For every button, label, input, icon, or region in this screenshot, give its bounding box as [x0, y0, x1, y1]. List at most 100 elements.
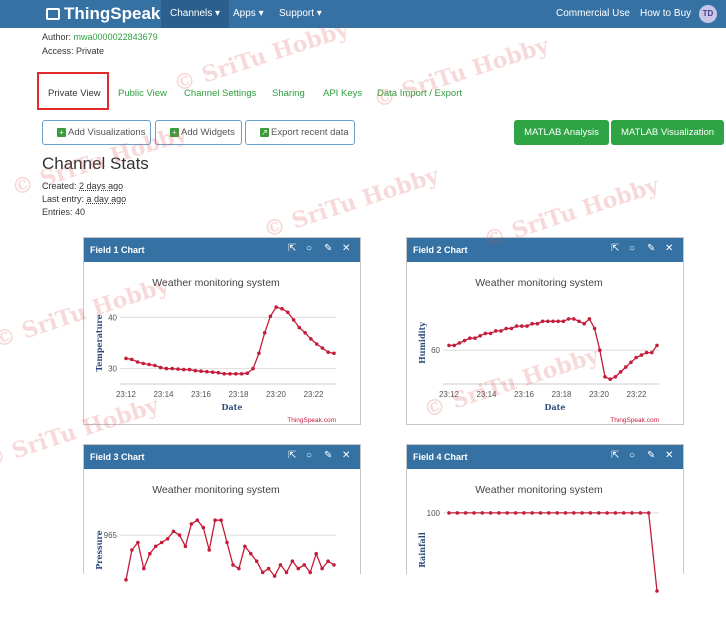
data-point [177, 533, 182, 537]
matlab-visualization-button[interactable]: MATLAB Visualization [611, 120, 724, 145]
chart-plot: Weather monitoring system 60 Humidity 23:12… [407, 262, 683, 424]
thingspeak-logo[interactable]: ThingSpeak™ [46, 4, 168, 24]
data-point [621, 511, 626, 515]
close-icon[interactable]: ✕ [665, 243, 673, 254]
nav-how-to-buy[interactable]: How to Buy [640, 8, 691, 19]
data-point [193, 368, 198, 373]
tab-sharing[interactable]: Sharing [272, 88, 305, 99]
data-point [630, 511, 634, 515]
pencil-icon[interactable]: ✎ [324, 243, 332, 254]
data-point [613, 375, 618, 379]
data-point [480, 511, 485, 515]
data-point [644, 350, 649, 355]
nav-support[interactable]: Support ▾ [279, 8, 322, 19]
data-point [320, 566, 324, 571]
comment-icon[interactable]: ○ [306, 243, 312, 254]
data-point [302, 563, 307, 567]
add-visualizations-button[interactable]: + Add Visualizations [42, 120, 151, 145]
data-point [505, 511, 509, 515]
watermark: © SriTu Hobby [260, 162, 443, 244]
chart-title: Weather monitoring system [475, 484, 603, 496]
data-point [297, 325, 302, 330]
chart-header-title: Field 2 Chart [413, 245, 468, 255]
data-point [249, 551, 253, 556]
data-point [530, 321, 534, 326]
x-tick-label: 23:14 [153, 390, 174, 399]
field-2-chart-card: Field 2 Chart ⇱ ○ ✎ ✕ Weather monitoring sy… [406, 237, 684, 425]
data-point [251, 366, 255, 371]
comment-icon[interactable]: ○ [306, 450, 312, 461]
plus-icon: + [57, 128, 66, 137]
data-point [239, 372, 244, 376]
x-axis-label: Date [545, 402, 566, 412]
data-point [608, 377, 612, 381]
author-link[interactable]: mwa0000022843679 [74, 32, 158, 42]
external-link-icon[interactable]: ⇱ [288, 450, 296, 461]
data-point [497, 511, 501, 515]
stat-last-entry: Last entry: a day ago [42, 194, 126, 204]
data-point [228, 372, 232, 376]
nav-commercial-use[interactable]: Commercial Use [556, 8, 630, 19]
user-avatar[interactable]: TD [699, 5, 717, 23]
data-point [646, 511, 651, 515]
tab-data-import-export[interactable]: Data Import / Export [377, 88, 462, 99]
data-point [566, 317, 571, 321]
created-value: 2 days ago [79, 181, 124, 191]
data-point [650, 350, 654, 355]
comment-icon[interactable]: ○ [629, 243, 635, 254]
pencil-icon[interactable]: ✎ [647, 450, 655, 461]
data-point [540, 319, 545, 324]
data-point [124, 578, 128, 582]
data-point [514, 324, 519, 328]
logo-text: ThingSpeak [64, 4, 161, 23]
nav-channels[interactable]: Channels ▾ [161, 0, 230, 28]
data-point [176, 367, 180, 371]
channel-author: Author: mwa0000022843679 [42, 32, 158, 42]
tab-channel-settings[interactable]: Channel Settings [184, 88, 256, 99]
data-point [639, 353, 644, 357]
data-point [303, 331, 307, 335]
close-icon[interactable]: ✕ [665, 450, 673, 461]
x-tick-label: 23:16 [191, 390, 212, 399]
export-recent-data-button[interactable]: ↗ Export recent data [245, 120, 355, 145]
close-icon[interactable]: ✕ [342, 243, 350, 254]
field-4-chart-card: Field 4 Chart ⇱ ○ ✎ ✕ Weather monitoring sy… [406, 444, 684, 631]
data-point [245, 371, 250, 375]
comment-icon[interactable]: ○ [629, 450, 635, 461]
pencil-icon[interactable]: ✎ [647, 243, 655, 254]
external-link-icon[interactable]: ⇱ [611, 450, 619, 461]
nav-apps[interactable]: Apps ▾ [233, 8, 264, 19]
data-point [170, 366, 174, 371]
data-point [187, 367, 192, 372]
data-point [296, 566, 301, 571]
pencil-icon[interactable]: ✎ [324, 450, 332, 461]
add-widgets-button[interactable]: + Add Widgets [155, 120, 242, 145]
data-point [141, 361, 146, 366]
data-point [577, 319, 581, 324]
chart-header-title: Field 1 Chart [90, 245, 145, 255]
tab-public-view[interactable]: Public View [118, 88, 167, 99]
data-point [135, 360, 140, 364]
plus-icon: + [170, 128, 179, 137]
last-entry-label: Last entry: [42, 194, 85, 204]
x-tick-label: 23:20 [266, 390, 287, 399]
tab-private-view[interactable]: Private View [37, 72, 109, 110]
data-point [509, 326, 514, 331]
tab-api-keys[interactable]: API Keys [323, 88, 362, 99]
data-point [205, 369, 209, 374]
external-link-icon[interactable]: ⇱ [611, 243, 619, 254]
data-point [488, 511, 493, 515]
external-link-icon[interactable]: ⇱ [288, 243, 296, 254]
data-point [274, 305, 278, 309]
matlab-analysis-button[interactable]: MATLAB Analysis [514, 120, 609, 145]
data-point [572, 317, 576, 321]
data-point [504, 326, 508, 331]
y-axis-label: Humidity [417, 322, 427, 364]
y-axis-label: Pressure [94, 530, 104, 569]
close-icon[interactable]: ✕ [342, 450, 350, 461]
data-point [478, 334, 482, 338]
stat-entries: Entries: 40 [42, 207, 86, 217]
x-tick-label: 23:18 [228, 390, 249, 399]
data-point [587, 317, 592, 321]
data-point [598, 348, 602, 352]
